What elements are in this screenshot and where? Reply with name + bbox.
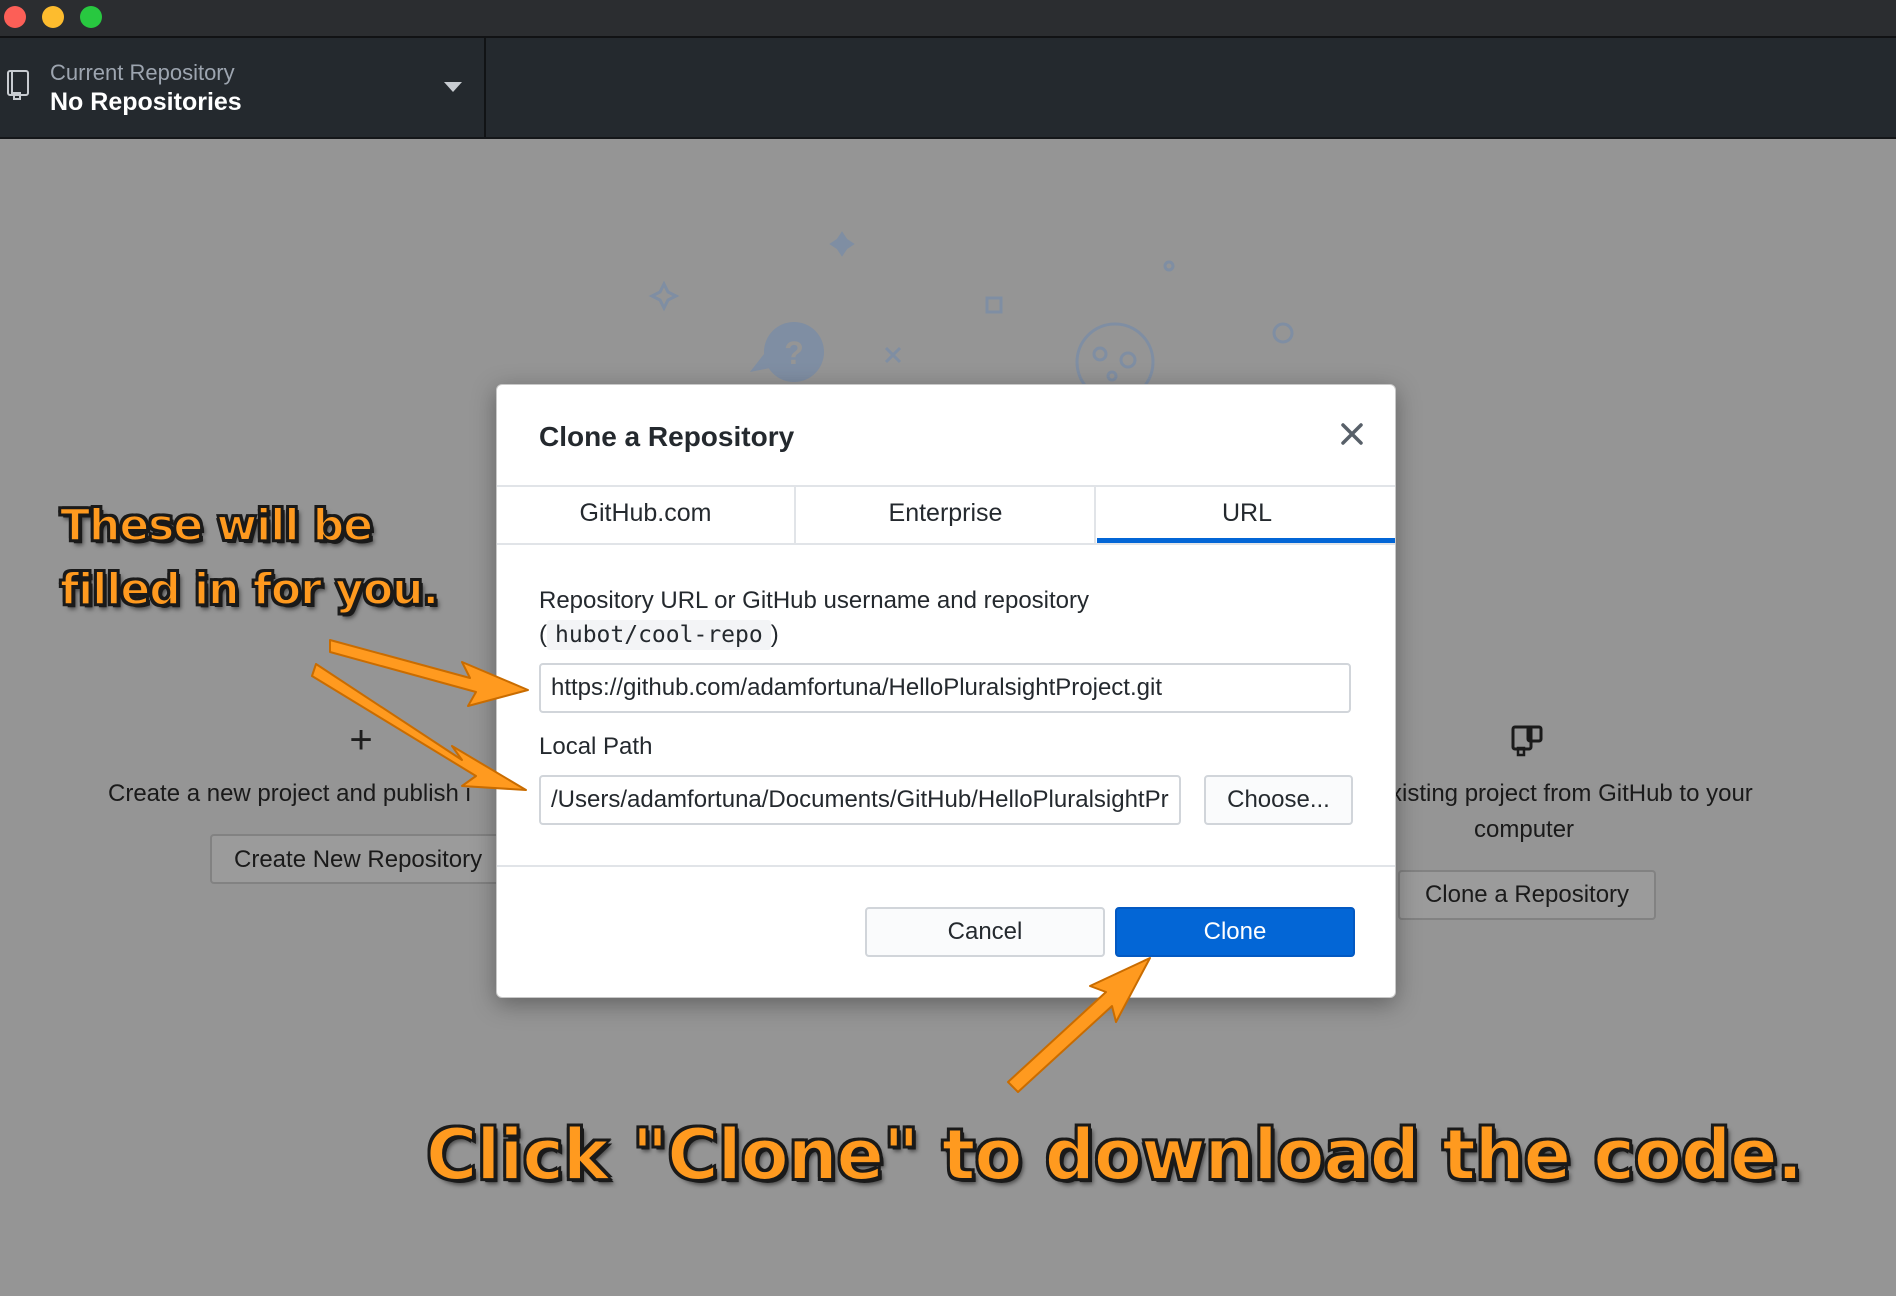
tab-url[interactable]: URL xyxy=(1097,487,1395,543)
annotation-click-clone: Click "Clone" to download the code. xyxy=(425,1113,1804,1197)
create-new-repository-button[interactable]: Create New Repository xyxy=(210,834,510,884)
sparkle-icon xyxy=(648,280,680,312)
local-path-label: Local Path xyxy=(539,733,653,760)
clone-button[interactable]: Clone xyxy=(1115,907,1355,957)
close-icon[interactable] xyxy=(1337,419,1367,449)
cancel-button[interactable]: Cancel xyxy=(865,907,1105,957)
annotation-filled-line1: These will be xyxy=(59,499,374,552)
question-bubble-icon: ? xyxy=(750,322,824,382)
clone-repository-dialog: Clone a Repository GitHub.com Enterprise… xyxy=(496,384,1396,998)
clone-repo-icon xyxy=(1511,725,1543,757)
create-new-description: Create a new project and publish i xyxy=(108,780,471,807)
repository-url-hint: (hubot/cool-repo) xyxy=(539,620,779,650)
tab-github-com[interactable]: GitHub.com xyxy=(497,487,796,543)
clone-description-line1: xisting project from GitHub to your xyxy=(1390,780,1753,807)
dot-icon xyxy=(1163,260,1175,272)
clone-description-line2: computer xyxy=(1474,816,1575,843)
x-icon xyxy=(884,346,902,364)
hint-example-code: hubot/cool-repo xyxy=(547,620,771,650)
square-icon xyxy=(985,296,1003,314)
choose-path-button[interactable]: Choose... xyxy=(1204,775,1353,825)
hint-close-paren: ) xyxy=(770,621,779,648)
clone-a-repository-button[interactable]: Clone a Repository xyxy=(1398,870,1656,920)
ring-icon xyxy=(1272,322,1294,344)
svg-text:?: ? xyxy=(784,335,804,371)
hint-open-paren: ( xyxy=(539,621,547,648)
local-path-input[interactable] xyxy=(539,775,1181,825)
dialog-title: Clone a Repository xyxy=(539,421,795,452)
annotation-filled-line2: filled in for you. xyxy=(59,563,440,616)
sparkle-icon xyxy=(829,231,855,257)
dialog-footer: Cancel Clone xyxy=(497,865,1395,997)
plus-icon: + xyxy=(349,718,373,762)
clone-source-tabs: GitHub.com Enterprise URL xyxy=(497,485,1395,545)
tab-enterprise[interactable]: Enterprise xyxy=(797,487,1096,543)
repository-url-label: Repository URL or GitHub username and re… xyxy=(539,587,1090,614)
repository-url-input[interactable] xyxy=(539,663,1351,713)
